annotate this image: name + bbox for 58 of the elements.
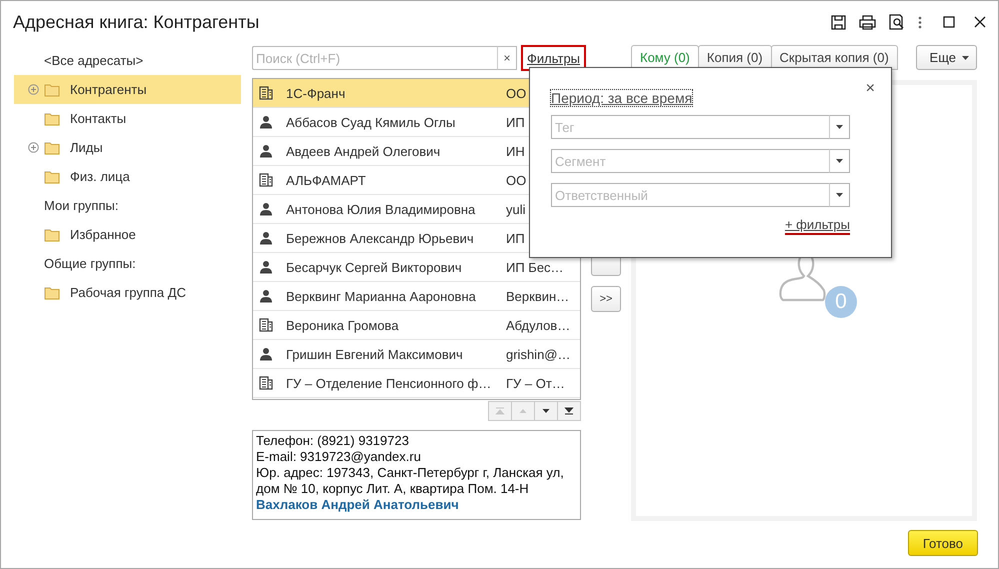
table-cell: grishin@… <box>506 346 570 362</box>
group-item[interactable]: Контакты <box>14 104 241 133</box>
more-button[interactable]: Еще <box>916 45 977 70</box>
close-button[interactable]: × <box>866 80 875 98</box>
group-label: Контакты <box>70 111 126 126</box>
name-cell: Бережнов Александр Юрьевич <box>286 230 474 246</box>
name-cell: Авдеев Андрей Олегович <box>286 144 440 158</box>
done-button[interactable]: Готово <box>908 530 978 556</box>
table-cell: ОО <box>506 86 526 100</box>
count-badge: 0 <box>825 286 857 318</box>
filter-field[interactable]: Ответственный <box>551 183 829 207</box>
list-row[interactable]: ГУ – Отделение Пенсионного ф… ГУ – От… <box>253 369 580 398</box>
section-heading: Мои группы: <box>44 198 118 213</box>
group-item[interactable]: Рабочая группа ДС <box>14 278 241 307</box>
name-cell: Гришин Евгений Максимович <box>286 346 463 362</box>
table-cell: ОО <box>506 172 526 188</box>
group-item[interactable]: Лиды <box>14 133 241 162</box>
table-cell: yuli <box>506 202 526 216</box>
name-cell: Вероника Громова <box>286 318 399 332</box>
list-row[interactable]: Вероника Громова Абдулов… <box>253 311 580 340</box>
filter-field[interactable]: Тег <box>551 115 829 139</box>
name-cell: Бесарчук Сергей Викторович <box>286 260 462 274</box>
table-cell: ИП Бес… <box>506 260 564 274</box>
all-recipients-item[interactable]: <Все адресаты> <box>14 46 241 75</box>
window-title: Адресная книга: Контрагенты <box>13 12 260 32</box>
table-cell: ИН <box>506 144 525 158</box>
contact-name: Вахлаков Андрей Анатольевич <box>256 497 460 513</box>
search-field[interactable]: Поиск (Ctrl+F) <box>252 46 497 70</box>
table-cell: ИП <box>506 114 525 130</box>
table-cell: Верквин… <box>506 288 570 304</box>
group-item[interactable]: Контрагенты <box>14 75 241 104</box>
table-cell: Абдулов… <box>506 318 570 332</box>
name-cell: Аббасов Суад Кямиль Оглы <box>286 114 456 130</box>
table-cell: ГУ – От… <box>506 376 565 390</box>
group-label: Рабочая группа ДС <box>70 285 186 300</box>
list-row[interactable]: Гришин Евгений Максимович grishin@… <box>253 340 580 369</box>
name-cell: Антонова Юлия Владимировна <box>286 202 476 216</box>
group-item[interactable]: Физ. лица <box>14 162 241 191</box>
group-label: Избранное <box>70 227 136 242</box>
filters-link[interactable]: Фильтры <box>527 50 580 66</box>
name-cell: 1С-Франч <box>286 86 346 100</box>
group-label: Лиды <box>70 140 103 155</box>
details-line: E-mail: 9319723@yandex.ru <box>256 449 422 465</box>
section-heading: Общие группы: <box>44 256 136 271</box>
list-row[interactable]: Верквинг Марианна Аароновна Верквин… <box>253 282 580 311</box>
table-cell: ИП <box>506 230 525 246</box>
group-label: Контрагенты <box>70 82 147 97</box>
filter-field[interactable]: Сегмент <box>551 149 829 173</box>
name-cell: ГУ – Отделение Пенсионного ф… <box>286 376 492 390</box>
name-cell: АЛЬФАМАРТ <box>286 172 366 188</box>
move-button[interactable]: >> <box>591 286 621 312</box>
clear-button[interactable]: × <box>497 46 517 70</box>
more-filters-link[interactable]: + фильтры <box>784 217 850 235</box>
details-line: Телефон: (8921) 9319723 <box>256 433 410 449</box>
details-line: Юр. адрес: 197343, Санкт-Петербург г, Ланская ул, дом № 10, корпус Лит. А, квартира Пом. 14-Н <box>256 465 565 497</box>
group-item[interactable]: Избранное <box>14 220 241 249</box>
group-label: Физ. лица <box>70 169 130 184</box>
name-cell: Верквинг Марианна Аароновна <box>286 288 476 304</box>
